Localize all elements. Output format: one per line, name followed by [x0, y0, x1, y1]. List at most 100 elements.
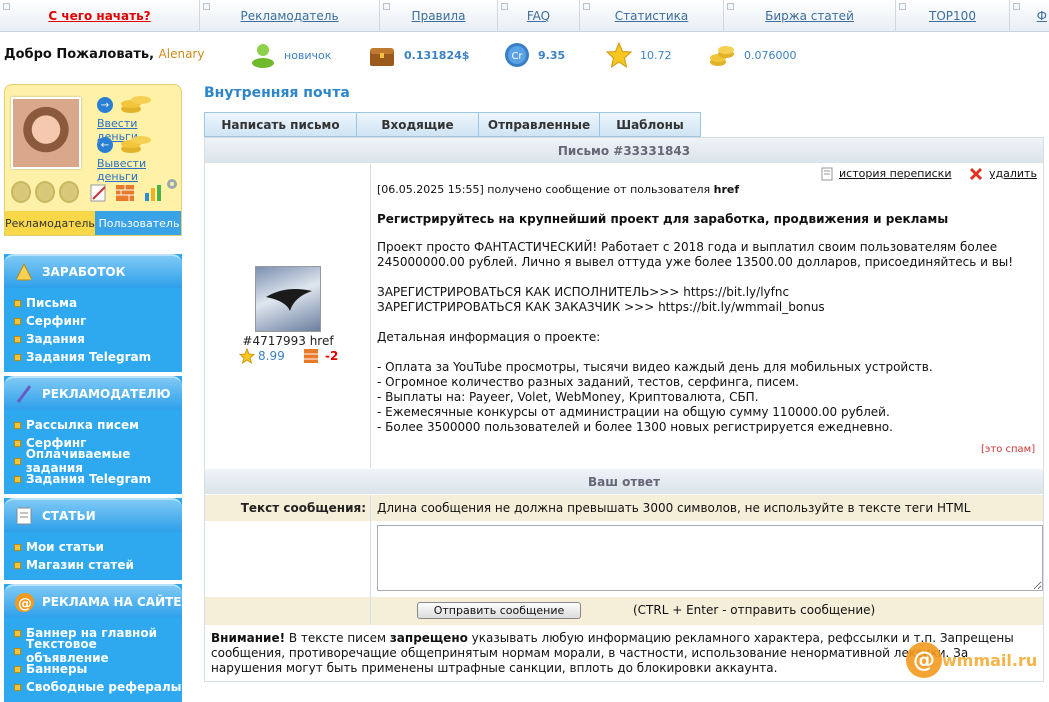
bullet-icon [14, 353, 21, 361]
cr-indicator[interactable]: Cr 9.35 [504, 42, 565, 68]
nav-more[interactable]: Ф [1010, 0, 1049, 32]
tab-sent[interactable]: Отправленные [478, 112, 600, 137]
bullet-icon [14, 475, 21, 483]
tab-write[interactable]: Написать письмо [204, 112, 357, 137]
bullet-icon [14, 683, 21, 691]
list-item: - Выплаты на: Payeer, Volet, WebMoney, К… [377, 390, 759, 404]
svg-text:Cr: Cr [511, 51, 523, 62]
nav-start[interactable]: С чего начать? [0, 0, 200, 32]
menu-item-free-referrals[interactable]: Свободные рефералы [14, 678, 182, 696]
gear-icon[interactable] [165, 177, 179, 191]
menu-earn: ЗАРАБОТОК Письма Серфинг Задания Задания… [4, 254, 182, 372]
letter-panel: Письмо #33331843 #4717993 href 8.99 -2 и… [204, 137, 1044, 682]
text-label: Текст сообщения: [205, 495, 371, 521]
balance-indicator[interactable]: 0.131824$ [368, 42, 469, 68]
sender-avatar[interactable] [255, 266, 321, 332]
menu-item-tasks[interactable]: Задания [14, 330, 182, 348]
medal-icon [59, 181, 79, 203]
sender-id[interactable]: #4717993 href [205, 334, 371, 348]
wmmail-logo: @ wmmail.ru [906, 642, 1037, 678]
menu-item-mailing[interactable]: Рассылка писем [14, 416, 182, 434]
bricks-icon[interactable] [115, 183, 135, 203]
menu-item-telegram-tasks[interactable]: Задания Telegram [14, 348, 182, 366]
earn-icon [15, 262, 33, 281]
menu-item-paid-tasks[interactable]: Оплачиваемые задания [14, 447, 182, 475]
edit-icon[interactable] [89, 183, 109, 203]
role-user-tab[interactable]: Пользователь [94, 211, 181, 235]
menu-advertiser-header[interactable]: РЕКЛАМОДАТЕЛЮ [4, 376, 182, 410]
medal-icon [35, 181, 55, 203]
customer-link[interactable]: https://bit.ly/wmmail_bonus [658, 300, 825, 314]
reply-textarea[interactable] [377, 525, 1043, 591]
chart-icon[interactable] [143, 183, 163, 203]
bullet-icon [14, 299, 21, 307]
nav-marker-icon [583, 3, 590, 10]
list-item: - Ежемесячные конкурсы от администрации … [377, 405, 890, 419]
document-icon [16, 507, 32, 525]
list-item: - Более 3500000 пользователей и более 13… [377, 420, 893, 434]
bricks-icon [304, 349, 318, 363]
reply-header: Ваш ответ [205, 469, 1043, 494]
reply-input-row [205, 521, 1043, 597]
nav-marker-icon [1013, 3, 1020, 10]
status-indicator[interactable]: новичок [250, 42, 331, 68]
bullet-icon [14, 629, 21, 637]
role-advertiser-tab[interactable]: Рекламодатель [5, 211, 95, 235]
nav-articles-exchange[interactable]: Биржа статей [724, 0, 896, 32]
coins-icon [710, 46, 734, 66]
sender-rating: 8.99 [239, 348, 285, 364]
nav-top100[interactable]: TOP100 [896, 0, 1010, 32]
username[interactable]: Alenary [159, 47, 205, 61]
user-box: → Ввести деньги ← Вывести деньги Рекламо… [4, 84, 182, 236]
treasure-chest-icon [370, 48, 394, 66]
rating-indicator[interactable]: 10.72 [606, 42, 672, 68]
sender-score: -2 [303, 348, 338, 364]
tab-inbox[interactable]: Входящие [356, 112, 479, 137]
menu-site-ads-header[interactable]: @ РЕКЛАМА НА САЙТЕ [4, 584, 182, 618]
bullet-icon [14, 457, 21, 465]
nav-marker-icon [203, 3, 210, 10]
send-hint: (CTRL + Enter - отправить сообщение) [633, 603, 876, 617]
executor-link[interactable]: https://bit.ly/lyfnc [683, 285, 789, 299]
sender-info: #4717993 href 8.99 -2 [205, 164, 371, 468]
pen-icon [16, 385, 32, 403]
list-item: - Оплата за YouTube просмотры, тысячи ви… [377, 360, 933, 374]
nav-marker-icon [383, 3, 390, 10]
svg-text:@: @ [913, 648, 935, 673]
menu-site-ads: @ РЕКЛАМА НА САЙТЕ Баннер на главной Тек… [4, 584, 182, 702]
history-link[interactable]: история переписки [821, 166, 951, 181]
coins-indicator[interactable]: 0.076000 [708, 42, 797, 68]
coins-icon [121, 96, 151, 113]
menu-item-articles-shop[interactable]: Магазин статей [14, 556, 182, 574]
star-icon [239, 348, 255, 364]
svg-text:@: @ [18, 596, 32, 612]
menu-item-text-ad[interactable]: Текстовое объявление [14, 637, 182, 665]
reply-label-row: Текст сообщения: Длина сообщения не долж… [205, 495, 1043, 521]
page-title: Внутренняя почта [204, 85, 350, 101]
report-spam-link[interactable]: [это спам] [981, 442, 1035, 457]
svg-text:wmmail.ru: wmmail.ru [942, 651, 1037, 670]
delete-link[interactable]: удалить [969, 166, 1037, 181]
message-meta: [06.05.2025 15:55] получено сообщение от… [377, 183, 740, 196]
menu-earn-header[interactable]: ЗАРАБОТОК [4, 254, 182, 288]
nav-rules[interactable]: Правила [380, 0, 498, 32]
menu-item-my-articles[interactable]: Мои статьи [14, 538, 182, 556]
at-sign-icon: @ [15, 593, 34, 612]
avatar[interactable] [11, 97, 81, 169]
letter-header: Письмо #33331843 [205, 138, 1043, 163]
nav-statistics[interactable]: Статистика [580, 0, 724, 32]
menu-item-letters[interactable]: Письма [14, 294, 182, 312]
nav-marker-icon [727, 3, 734, 10]
coins-icon [121, 136, 151, 153]
bullet-icon [14, 421, 21, 429]
cr-coin-icon: Cr [505, 43, 529, 67]
medal-icon [11, 181, 31, 203]
top-navigation: С чего начать? Рекламодатель Правила FAQ… [0, 0, 1049, 32]
nav-advertiser[interactable]: Рекламодатель [200, 0, 380, 32]
send-message-button[interactable]: Отправить сообщение [417, 602, 581, 619]
menu-articles-header[interactable]: СТАТЬИ [4, 498, 182, 532]
nav-marker-icon [501, 3, 508, 10]
tab-templates[interactable]: Шаблоны [599, 112, 701, 137]
menu-item-surfing[interactable]: Серфинг [14, 312, 182, 330]
nav-faq[interactable]: FAQ [498, 0, 580, 32]
